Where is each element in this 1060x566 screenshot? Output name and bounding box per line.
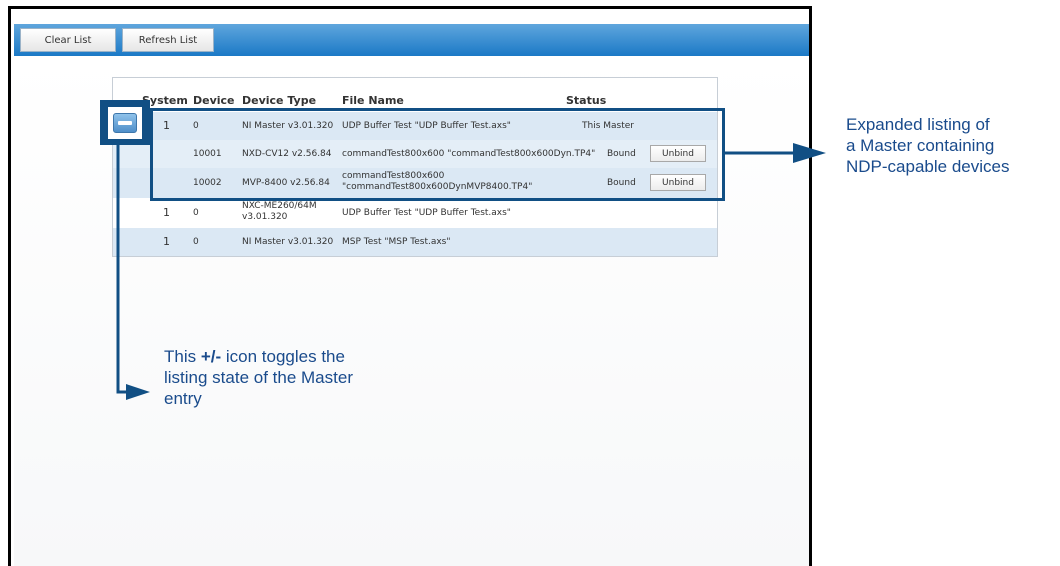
expanded-listing-annotation: Expanded listing of a Master containing … xyxy=(846,115,1010,176)
toggle-icon-annotation: This +/- icon toggles the listing state … xyxy=(164,347,353,408)
left-arrow-icon xyxy=(126,384,150,400)
callout-arrows xyxy=(116,143,826,400)
right-arrow-icon xyxy=(793,143,826,163)
